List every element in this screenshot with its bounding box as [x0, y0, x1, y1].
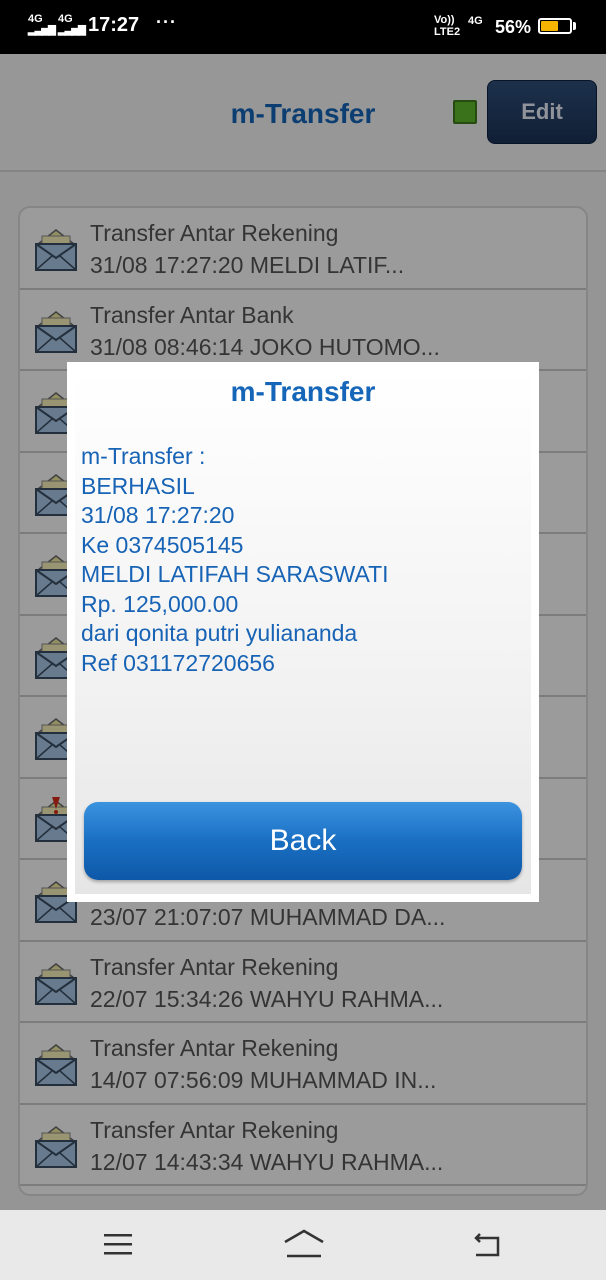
dialog-line: Rp. 125,000.00: [81, 590, 239, 617]
transfer-result-dialog: m-Transfer m-Transfer : BERHASIL 31/08 17:…: [67, 362, 539, 902]
network-1-label: 4G: [28, 13, 43, 25]
menu-icon[interactable]: [104, 1232, 132, 1256]
battery-tip: [573, 22, 576, 30]
lte-label: LTE2: [434, 26, 461, 38]
back-button[interactable]: Back: [84, 802, 522, 880]
battery-percent: 56%: [495, 17, 532, 37]
status-bar: 4G ▂▃▅▇ 4G ▂▃▅▇ 17:27 ··· Vo)) LTE2 4G 5…: [0, 0, 606, 54]
network-type: 4G: [468, 15, 483, 27]
dialog-line: Ref 031172720656: [81, 649, 275, 676]
dialog-line: BERHASIL: [81, 472, 195, 499]
battery-icon: [538, 18, 572, 34]
signal-1: 4G ▂▃▅▇: [28, 13, 56, 37]
home-icon[interactable]: [283, 1228, 325, 1260]
more-notifications-icon: ···: [156, 12, 177, 32]
battery-level: [541, 21, 558, 31]
dialog-line: dari qonita putri yuliananda: [81, 620, 358, 646]
dialog-line: Ke 0374505145: [81, 531, 244, 558]
dialog-line: m-Transfer :: [81, 443, 206, 469]
system-nav-bar: [0, 1210, 606, 1280]
back-icon[interactable]: [472, 1232, 502, 1258]
dialog-line: MELDI LATIFAH SARASWATI: [81, 561, 389, 587]
signal-2: 4G ▂▃▅▇: [58, 13, 86, 37]
network-2-label: 4G: [58, 13, 73, 25]
signal-bars-icon: ▂▃▅▇: [58, 25, 86, 36]
volte-indicator: Vo)) LTE2: [434, 14, 460, 38]
dialog-message: m-Transfer : BERHASIL 31/08 17:27:20 Ke 037…: [81, 442, 389, 678]
signal-bars-icon: ▂▃▅▇: [28, 25, 56, 36]
dialog-title: m-Transfer: [230, 376, 376, 407]
clock: 17:27: [88, 14, 140, 36]
dialog-line: 31/08 17:27:20: [81, 502, 235, 528]
volte-label: Vo)): [434, 14, 455, 26]
dialog-body: m-Transfer m-Transfer : BERHASIL 31/08 17:…: [75, 370, 531, 894]
